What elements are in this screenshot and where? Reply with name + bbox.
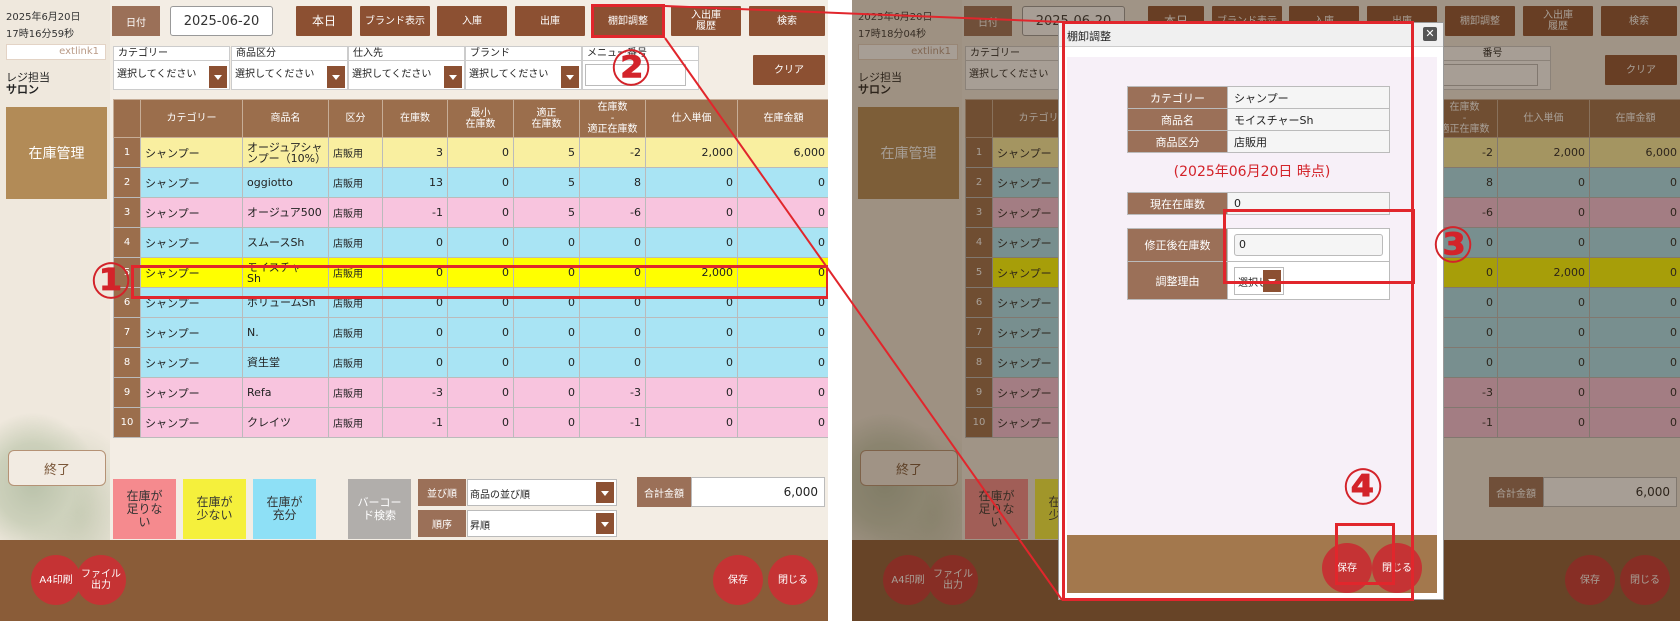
connector-lines [664,5,1063,601]
connector-line-bottom [664,37,1063,601]
connector-line-top [664,5,1063,23]
